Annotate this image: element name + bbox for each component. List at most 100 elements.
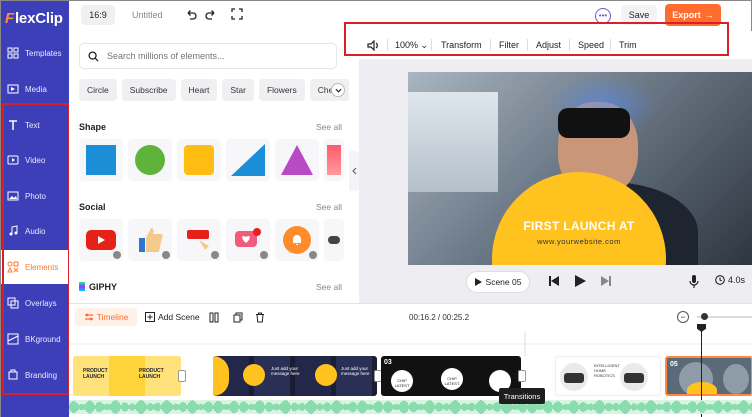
scene-clip-4[interactable]: INTELLIGENT HOME ROBOTICS — [555, 356, 661, 396]
search-box[interactable] — [79, 43, 337, 69]
canvas-area: 100% ⌄ Transform Filter Adjust Speed Tri… — [359, 31, 752, 303]
play-scene-button[interactable]: Scene 05 — [466, 271, 530, 293]
sidebar-item-label: Photo — [25, 191, 46, 201]
audio-waveform[interactable] — [69, 400, 752, 414]
aspect-ratio-button[interactable]: 16:9 — [81, 5, 115, 25]
sidebar-item-label: Templates — [25, 48, 62, 58]
transform-button[interactable]: Transform — [441, 40, 482, 50]
scene-clip-1[interactable]: PRODUCT LAUNCH PRODUCT LAUNCH — [73, 356, 181, 396]
sidebar-item-label: Elements — [25, 262, 59, 272]
youtube-icon — [86, 230, 116, 250]
sidebar-item-branding[interactable]: Branding — [1, 358, 69, 392]
volume-icon[interactable] — [367, 40, 379, 51]
chip-flowers[interactable]: Flowers — [258, 79, 305, 101]
play-icon[interactable] — [575, 275, 586, 287]
chevron-down-icon[interactable] — [331, 83, 345, 97]
export-label: Export — [672, 10, 701, 20]
collapse-panel-handle[interactable] — [349, 151, 359, 191]
chip-star[interactable]: Star — [222, 79, 254, 101]
scene-duration[interactable]: 4.0s — [715, 275, 745, 285]
play-icon — [474, 278, 482, 286]
text-icon — [9, 120, 17, 130]
social-youtube[interactable] — [79, 219, 123, 261]
sidebar-item-video[interactable]: Video — [1, 143, 69, 177]
scene-clip-5[interactable]: 05 — [665, 356, 752, 396]
animated-badge-icon — [260, 251, 268, 259]
sidebar: FlexClip Templates Media Text Video Phot… — [1, 1, 69, 417]
social-subscribe-click[interactable] — [177, 219, 221, 261]
circle-shape-icon — [135, 145, 165, 175]
shape-square[interactable] — [79, 139, 123, 181]
add-scene-button[interactable]: Add Scene — [145, 312, 200, 322]
duplicate-icon[interactable] — [233, 312, 243, 323]
chip-circle[interactable]: Circle — [79, 79, 117, 101]
split-icon[interactable] — [209, 312, 219, 323]
sidebar-item-media[interactable]: Media — [1, 72, 69, 106]
timeline-tab[interactable]: Timeline — [75, 308, 137, 326]
fullscreen-icon[interactable] — [231, 8, 243, 20]
toolbar-divider — [527, 39, 528, 51]
clip-thumb-text: INTELLIGENT HOME ROBOTICS — [594, 363, 620, 378]
shape-triangle[interactable] — [275, 139, 319, 181]
sidebar-item-overlays[interactable]: Overlays — [1, 286, 69, 320]
clip-frame — [336, 356, 372, 396]
giphy-title-text: GIPHY — [89, 282, 118, 292]
sidebar-item-label: Overlays — [25, 298, 57, 308]
clip-yellow-circle — [315, 364, 337, 386]
see-all-giphy-link[interactable]: See all — [316, 282, 342, 292]
see-all-social-link[interactable]: See all — [316, 202, 342, 212]
animated-badge-icon — [162, 251, 170, 259]
toolbar-divider — [431, 39, 432, 51]
timeline-time: 00:16.2 / 00:25.2 — [409, 313, 470, 322]
giphy-logo-icon — [79, 282, 85, 291]
see-all-shape-link[interactable]: See all — [316, 122, 342, 132]
subscribe-hand-icon — [187, 230, 209, 250]
sidebar-item-templates[interactable]: Templates — [1, 36, 69, 70]
project-title[interactable]: Untitled — [132, 10, 163, 20]
zoom-out-icon[interactable]: − — [677, 311, 689, 323]
adjust-button[interactable]: Adjust — [536, 40, 561, 50]
shape-rounded-square[interactable] — [177, 139, 221, 181]
export-button[interactable]: Export → — [665, 4, 721, 26]
chip-subscribe[interactable]: Subscribe — [121, 79, 176, 101]
undo-icon[interactable] — [185, 8, 197, 20]
app-logo[interactable]: FlexClip — [1, 1, 69, 35]
sidebar-item-elements[interactable]: Elements — [1, 250, 69, 284]
shape-circle[interactable] — [128, 139, 172, 181]
shape-gradient-rect[interactable] — [324, 139, 344, 181]
social-bell[interactable] — [275, 219, 319, 261]
bell-icon — [283, 226, 311, 254]
clip-thumb-text: CHIP LATEST — [394, 378, 410, 388]
sidebar-item-text[interactable]: Text — [1, 108, 69, 142]
save-button[interactable]: Save — [621, 5, 657, 25]
skip-back-icon[interactable] — [549, 276, 559, 286]
zoom-slider-handle[interactable] — [701, 313, 708, 320]
overlays-icon — [7, 297, 19, 309]
video-preview[interactable]: FIRST LAUNCH AT www.yourwebsite.com — [408, 72, 752, 265]
redo-icon[interactable] — [205, 8, 217, 20]
sidebar-item-audio[interactable]: Audio — [1, 214, 69, 248]
shape-right-triangle[interactable] — [226, 139, 270, 181]
filter-button[interactable]: Filter — [499, 40, 519, 50]
sidebar-item-background[interactable]: BKground — [1, 322, 69, 356]
video-url-text[interactable]: www.yourwebsite.com — [492, 237, 666, 246]
transition-marker[interactable] — [178, 370, 186, 382]
zoom-dropdown[interactable]: 100% ⌄ — [395, 40, 428, 51]
chat-icon[interactable]: ••• — [595, 8, 611, 24]
social-heart-notification[interactable] — [226, 219, 270, 261]
social-toggle[interactable] — [324, 219, 344, 261]
vr-headset — [558, 108, 630, 138]
chip-heart[interactable]: Heart — [180, 79, 218, 101]
transition-marker[interactable] — [518, 370, 526, 382]
search-input[interactable] — [107, 51, 327, 61]
video-headline[interactable]: FIRST LAUNCH AT — [492, 219, 666, 233]
element-toolbar: 100% ⌄ Transform Filter Adjust Speed Tri… — [359, 31, 752, 59]
skip-forward-icon[interactable] — [601, 276, 611, 286]
scene-clip-2[interactable]: Just add your message here Just add your… — [213, 356, 377, 396]
sidebar-item-photo[interactable]: Photo — [1, 179, 69, 213]
microphone-icon[interactable] — [689, 275, 699, 288]
trim-button[interactable]: Trim — [619, 40, 637, 50]
speed-button[interactable]: Speed — [578, 40, 604, 50]
social-thumbs-up[interactable] — [128, 219, 172, 261]
trash-icon[interactable] — [255, 312, 265, 323]
